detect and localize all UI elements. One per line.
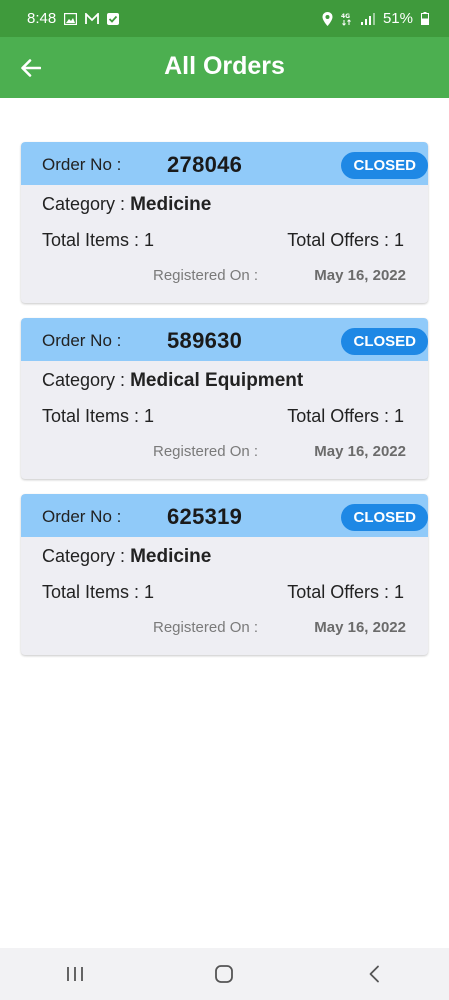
- order-number-label: Order No :: [42, 331, 122, 350]
- recents-icon: [66, 967, 83, 981]
- svg-text:4G: 4G: [341, 13, 350, 20]
- battery-percent: 51%: [382, 10, 413, 27]
- category-row: Category : Medicine: [42, 546, 211, 568]
- page-title-text: All Orders: [164, 52, 285, 80]
- page-title: All Orders: [0, 52, 449, 81]
- check-notification-icon: [107, 12, 120, 25]
- category-value: Medicine: [130, 194, 212, 215]
- gallery-notification-icon: [64, 12, 78, 25]
- status-badge[interactable]: CLOSED: [341, 152, 428, 179]
- total-offers: Total Offers : 1: [287, 582, 404, 602]
- category-value: Medical Equipment: [130, 370, 304, 391]
- home-button[interactable]: [194, 954, 254, 994]
- system-back-button[interactable]: [344, 954, 404, 994]
- order-card-header: Order No : 278046 CLOSED: [21, 142, 428, 185]
- status-badge[interactable]: CLOSED: [341, 328, 428, 355]
- order-number: 625319: [167, 504, 243, 529]
- chevron-left-icon: [369, 965, 380, 983]
- app-bar: All Orders: [0, 37, 449, 98]
- orders-list: Order No : 278046 CLOSED Category : Medi…: [21, 142, 428, 670]
- registered-date: May 16, 2022: [314, 267, 406, 284]
- registered-on-label: Registered On :: [153, 267, 259, 284]
- total-items: Total Items : 1: [42, 406, 155, 426]
- status-time: 8:48: [27, 10, 57, 27]
- registered-date: May 16, 2022: [314, 443, 406, 460]
- network-icon: 4G: [341, 12, 353, 26]
- mail-notification-icon: [85, 12, 100, 25]
- order-number-label: Order No :: [42, 507, 122, 526]
- signal-icon: [360, 12, 375, 25]
- order-card-header: Order No : 589630 CLOSED: [21, 318, 428, 361]
- order-card[interactable]: Order No : 625319 CLOSED Category : Medi…: [21, 494, 428, 655]
- recents-button[interactable]: [45, 954, 105, 994]
- location-icon: [322, 11, 333, 26]
- category-label: Category :: [42, 370, 126, 390]
- battery-icon: [421, 12, 429, 25]
- order-number: 589630: [167, 328, 243, 353]
- order-card-header: Order No : 625319 CLOSED: [21, 494, 428, 537]
- order-number-label: Order No :: [42, 155, 122, 174]
- total-items: Total Items : 1: [42, 230, 155, 250]
- total-offers: Total Offers : 1: [287, 230, 404, 250]
- category-label: Category :: [42, 546, 126, 566]
- home-icon: [215, 965, 234, 983]
- registered-on-label: Registered On :: [153, 619, 259, 636]
- status-badge[interactable]: CLOSED: [341, 504, 428, 531]
- category-label: Category :: [42, 194, 126, 214]
- status-left: 8:48: [27, 10, 120, 27]
- category-value: Medicine: [130, 546, 212, 567]
- status-bar: 8:48 4G 51%: [0, 0, 449, 37]
- status-right: 4G 51%: [322, 10, 429, 27]
- category-row: Category : Medical Equipment: [42, 370, 303, 392]
- registered-on-label: Registered On :: [153, 443, 259, 460]
- system-nav-bar: [0, 948, 449, 1000]
- total-offers: Total Offers : 1: [287, 406, 404, 426]
- order-card[interactable]: Order No : 278046 CLOSED Category : Medi…: [21, 142, 428, 303]
- order-number: 278046: [167, 152, 243, 177]
- order-card[interactable]: Order No : 589630 CLOSED Category : Medi…: [21, 318, 428, 479]
- total-items: Total Items : 1: [42, 582, 155, 602]
- category-row: Category : Medicine: [42, 194, 211, 216]
- registered-date: May 16, 2022: [314, 619, 406, 636]
